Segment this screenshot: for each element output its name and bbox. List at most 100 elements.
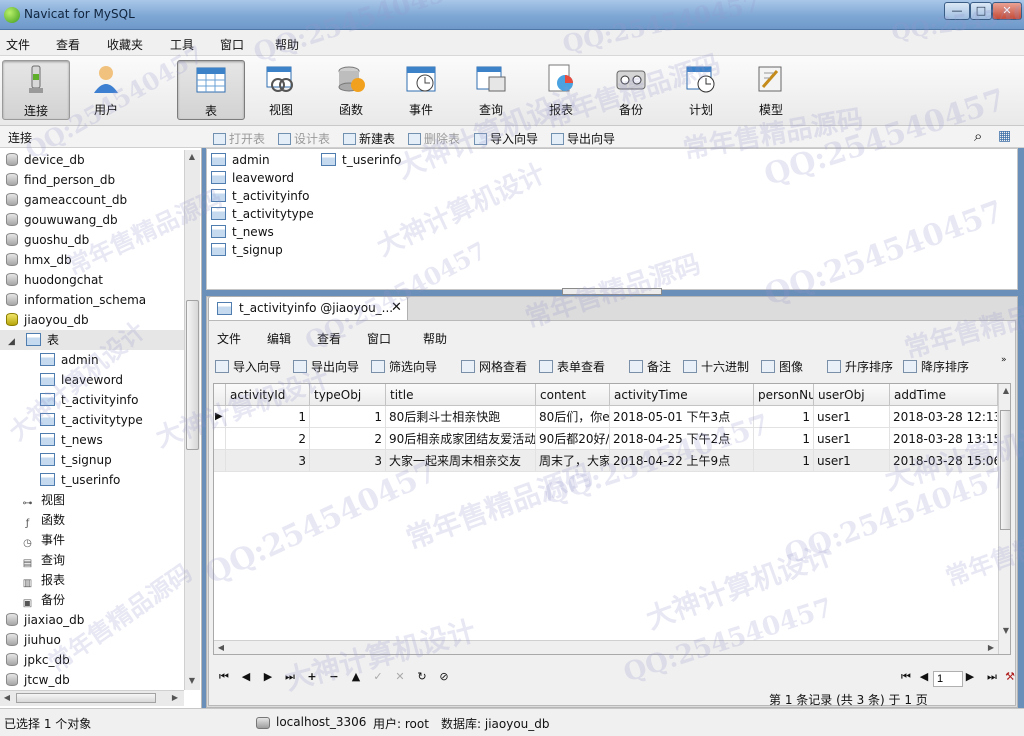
- toolbar-query-button[interactable]: 查询: [457, 60, 525, 120]
- export-wizard-button[interactable]: 导出向导: [551, 130, 615, 147]
- table-cell[interactable]: 2: [226, 428, 310, 450]
- grid-horizontal-scrollbar[interactable]: ◀ ▶: [214, 640, 998, 654]
- doc-menu-view[interactable]: 查看: [317, 330, 341, 347]
- last-page-icon[interactable]: ⏭: [983, 670, 1001, 684]
- column-header[interactable]: personNu: [754, 384, 814, 406]
- grid-view-icon[interactable]: ▦: [998, 128, 1011, 144]
- menu-help[interactable]: 帮助: [275, 36, 299, 53]
- scroll-up-icon[interactable]: ▲: [999, 384, 1010, 398]
- import-wizard-button[interactable]: 导入向导: [474, 130, 538, 147]
- table-cell[interactable]: 80后剩斗士相亲快跑: [386, 406, 536, 428]
- next-page-icon[interactable]: ▶: [961, 670, 979, 683]
- scroll-right-icon[interactable]: ▶: [984, 641, 998, 654]
- tree-object-node[interactable]: ƒ 函数: [0, 510, 65, 530]
- export-wizard-button[interactable]: 导出向导: [293, 358, 359, 375]
- close-tab-icon[interactable]: ✕: [391, 300, 402, 315]
- tree-table-item[interactable]: t_activityinfo: [0, 390, 138, 410]
- splitter-handle[interactable]: [562, 288, 662, 295]
- scroll-down-icon[interactable]: ▼: [999, 624, 1010, 638]
- tree-table-item[interactable]: t_userinfo: [0, 470, 120, 490]
- maximize-button[interactable]: □: [970, 2, 992, 20]
- column-header[interactable]: activityTime: [610, 384, 754, 406]
- table-row[interactable]: 3 3 大家一起来周末相亲交友 周末了，大家 2018-04-22 上午9点 1 user1…: [214, 450, 998, 472]
- object-list-item[interactable]: leaveword: [211, 171, 294, 185]
- table-cell[interactable]: 2018-04-22 上午9点: [610, 450, 754, 472]
- scroll-right-icon[interactable]: ▶: [168, 691, 182, 705]
- tree-object-node[interactable]: ▤ 查询: [0, 550, 65, 570]
- tree-db-item[interactable]: gouwuwang_db: [0, 210, 118, 230]
- doc-menu-edit[interactable]: 编辑: [267, 330, 291, 347]
- scroll-up-icon[interactable]: ▲: [185, 150, 199, 164]
- scroll-left-icon[interactable]: ◀: [0, 691, 14, 705]
- table-cell[interactable]: 1: [754, 406, 814, 428]
- table-cell[interactable]: user1: [814, 406, 890, 428]
- sidebar-vertical-scrollbar[interactable]: ▲ ▼: [184, 150, 200, 690]
- tree-db-item[interactable]: jtcw_db: [0, 670, 70, 690]
- current-row-indicator-icon[interactable]: ▶: [214, 406, 226, 428]
- doc-menu-file[interactable]: 文件: [217, 330, 241, 347]
- table-cell[interactable]: 大家一起来周末相亲交友: [386, 450, 536, 472]
- toolbar-function-button[interactable]: 函数: [317, 60, 385, 120]
- tree-table-item[interactable]: t_signup: [0, 450, 112, 470]
- toolbar-event-button[interactable]: 事件: [387, 60, 455, 120]
- menu-tools[interactable]: 工具: [170, 36, 194, 53]
- sort-descending-button[interactable]: 降序排序: [903, 358, 969, 375]
- tree-table-item[interactable]: admin: [0, 350, 99, 370]
- column-header[interactable]: addTime: [890, 384, 998, 406]
- sidebar-horizontal-scrollbar[interactable]: ◀ ▶: [0, 690, 184, 706]
- grid-vertical-scrollbar[interactable]: ▲ ▼: [998, 384, 1010, 654]
- tree-db-item[interactable]: information_schema: [0, 290, 146, 310]
- table-cell[interactable]: 3: [226, 450, 310, 472]
- sort-ascending-button[interactable]: 升序排序: [827, 358, 893, 375]
- table-cell[interactable]: 80后们，你e: [536, 406, 610, 428]
- table-cell[interactable]: 2018-04-25 下午2点: [610, 428, 754, 450]
- object-list-item[interactable]: t_userinfo: [321, 153, 401, 167]
- filter-wizard-button[interactable]: 筛选向导: [371, 358, 437, 375]
- toolbar-user-button[interactable]: 用户: [72, 60, 140, 120]
- last-record-icon[interactable]: ⏭: [281, 670, 299, 684]
- doc-menu-window[interactable]: 窗口: [367, 330, 391, 347]
- scroll-down-icon[interactable]: ▼: [185, 674, 199, 688]
- page-settings-icon[interactable]: ⚒: [1001, 670, 1019, 683]
- object-list-item[interactable]: t_signup: [211, 243, 283, 257]
- tree-db-item[interactable]: jiaxiao_db: [0, 610, 84, 630]
- add-record-icon[interactable]: +: [303, 670, 321, 683]
- column-header[interactable]: title: [386, 384, 536, 406]
- search-icon[interactable]: ⌕: [974, 127, 982, 145]
- table-cell[interactable]: 2: [310, 428, 386, 450]
- tree-table-item[interactable]: t_news: [0, 430, 103, 450]
- minimize-button[interactable]: —: [944, 2, 970, 20]
- menu-favorites[interactable]: 收藏夹: [107, 36, 143, 53]
- scrollbar-thumb[interactable]: [186, 300, 199, 450]
- refresh-icon[interactable]: ↻: [413, 670, 431, 683]
- tree-tables-node[interactable]: ◢ 表: [0, 330, 184, 350]
- object-list-item[interactable]: t_activitytype: [211, 207, 314, 221]
- stop-icon[interactable]: ⊘: [435, 670, 453, 683]
- tree-db-item[interactable]: device_db: [0, 150, 85, 170]
- open-table-button[interactable]: 打开表: [213, 130, 265, 147]
- table-cell[interactable]: user1: [814, 450, 890, 472]
- row-indicator[interactable]: [214, 450, 226, 472]
- column-header[interactable]: content: [536, 384, 610, 406]
- scroll-left-icon[interactable]: ◀: [214, 641, 228, 654]
- prev-page-icon[interactable]: ◀: [915, 670, 933, 683]
- delete-record-icon[interactable]: −: [325, 670, 343, 683]
- menu-view[interactable]: 查看: [56, 36, 80, 53]
- new-table-button[interactable]: 新建表: [343, 130, 395, 147]
- tree-table-item[interactable]: leaveword: [0, 370, 123, 390]
- memo-button[interactable]: 备注: [629, 358, 671, 375]
- toolbar-backup-button[interactable]: 备份: [597, 60, 665, 120]
- page-number-input[interactable]: [933, 671, 963, 687]
- table-cell[interactable]: 2018-03-28 12:13:: [890, 406, 998, 428]
- tree-db-item[interactable]: gameaccount_db: [0, 190, 127, 210]
- column-header[interactable]: activityId: [226, 384, 310, 406]
- table-cell[interactable]: 1: [310, 406, 386, 428]
- toolbar-model-button[interactable]: 模型: [737, 60, 805, 120]
- next-record-icon[interactable]: ▶: [259, 670, 277, 683]
- toolbar-schedule-button[interactable]: 计划: [667, 60, 735, 120]
- prev-record-icon[interactable]: ◀: [237, 670, 255, 683]
- tree-object-node[interactable]: ◷ 事件: [0, 530, 65, 550]
- menu-window[interactable]: 窗口: [220, 36, 244, 53]
- tree-db-item[interactable]: jiuhuo: [0, 630, 61, 650]
- tab-t-activityinfo[interactable]: t_activityinfo @jiaoyou_... ✕: [208, 296, 408, 320]
